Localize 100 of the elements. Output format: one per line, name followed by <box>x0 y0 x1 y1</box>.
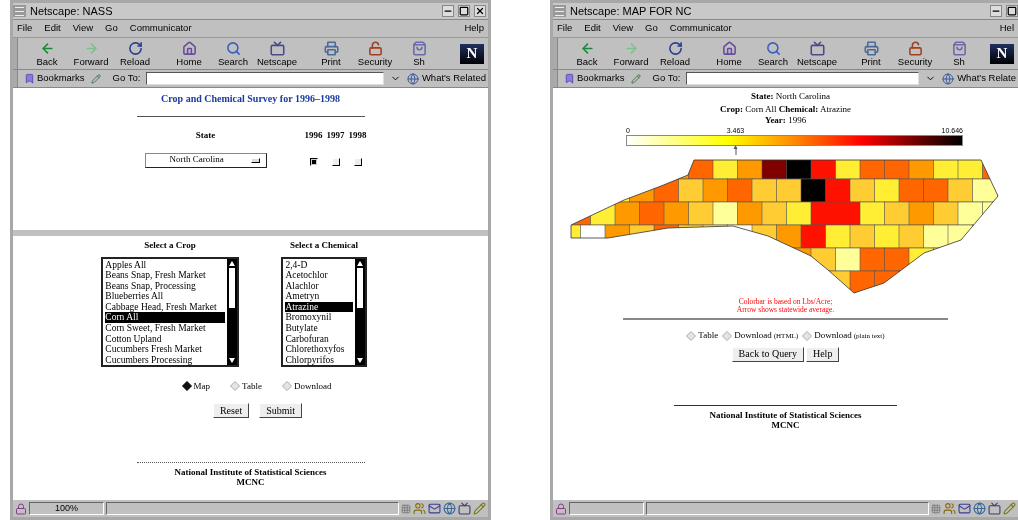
toolbar-button[interactable]: Search <box>752 40 794 67</box>
menu-item[interactable]: Go <box>105 21 118 36</box>
list-option[interactable]: Apples All <box>105 259 225 271</box>
toolbar-grip[interactable] <box>553 70 558 87</box>
list-option[interactable]: Beans Snap, Processing <box>105 280 225 292</box>
list-option[interactable]: Corn Sweet, Fresh Market <box>105 323 225 334</box>
toolbar-button[interactable]: Sh <box>938 40 980 67</box>
toolbar-button[interactable]: Home <box>168 40 210 67</box>
list-option[interactable]: Corn All <box>105 312 225 324</box>
radio-button[interactable] <box>281 381 292 392</box>
toolbar-button[interactable]: Reload <box>114 40 156 67</box>
menu-item[interactable]: Communicator <box>669 21 732 36</box>
radio-button[interactable] <box>802 330 813 341</box>
toolbar-button[interactable]: Back <box>566 40 608 67</box>
form-button[interactable]: Submit <box>259 403 303 418</box>
list-option[interactable]: Chlorpyrifos <box>285 354 353 366</box>
scrollbar-thumb[interactable] <box>356 267 363 308</box>
toolbar-button[interactable]: Netscape <box>256 40 298 67</box>
menu-item[interactable]: Go <box>645 21 658 36</box>
menu-item[interactable]: Edit <box>584 21 601 36</box>
close-icon[interactable] <box>474 5 486 17</box>
toolbar-grip[interactable] <box>13 70 18 87</box>
year-checkbox[interactable] <box>309 157 318 166</box>
people-icon[interactable] <box>413 502 426 515</box>
toolbar-button[interactable]: Reload <box>654 40 696 67</box>
list-option[interactable]: Ametryn <box>285 291 353 302</box>
down-arrow-icon[interactable] <box>356 357 363 363</box>
toolbar-button[interactable]: Security <box>894 40 936 67</box>
list-option[interactable]: Carbofuran <box>285 333 353 345</box>
list-option[interactable]: Cotton Upland <box>105 333 225 345</box>
menu-item[interactable]: File <box>17 21 33 36</box>
list-box[interactable]: Apples All Beans Snap, Fresh Market Beans Snap, Processing Blueberries All Cabbage Head, Fresh Market Corn All Corn Sweet, Fresh Market Cotton Upland Cucumbers Fresh Market Cucumbers Processing <box>101 256 239 367</box>
list-option[interactable]: Bromoxynil <box>285 312 353 324</box>
pencil-icon[interactable] <box>1003 502 1016 515</box>
scrollbar[interactable] <box>354 258 365 365</box>
lock-icon[interactable] <box>15 502 27 515</box>
globe-icon[interactable] <box>443 502 456 515</box>
window-menu-icon[interactable] <box>13 5 26 17</box>
list-option[interactable]: Butylate <box>285 323 353 334</box>
list-option[interactable]: Blueberries All <box>105 291 225 302</box>
whats-related-button[interactable]: What's Related <box>406 71 486 86</box>
list-option[interactable]: Cabbage Head, Fresh Market <box>105 301 225 313</box>
minimize-icon[interactable] <box>990 5 1002 17</box>
scrollbar-thumb[interactable] <box>228 267 235 308</box>
radio-button[interactable] <box>230 381 241 392</box>
maximize-icon[interactable] <box>1006 5 1018 17</box>
form-button[interactable]: Help <box>805 346 840 362</box>
toolbar-button[interactable]: Forward <box>70 40 112 67</box>
toolbar-button[interactable]: Print <box>850 40 892 67</box>
toolbar-button[interactable]: Forward <box>610 40 652 67</box>
radio-button[interactable] <box>181 381 192 392</box>
menu-item[interactable]: View <box>612 21 634 36</box>
list-option[interactable]: Beans Snap, Fresh Market <box>105 270 225 281</box>
list-option[interactable]: Cucumbers Fresh Market <box>105 344 225 355</box>
scrollbar[interactable] <box>226 258 237 365</box>
screen-icon[interactable] <box>988 502 1001 515</box>
mail-icon[interactable] <box>958 502 971 515</box>
list-option[interactable]: 2,4-D <box>285 259 353 271</box>
menu-item[interactable]: Communicator <box>129 21 192 36</box>
form-button[interactable]: Reset <box>212 403 250 418</box>
toolbar-button[interactable]: Netscape <box>796 40 838 67</box>
toolbar-button[interactable]: Sh <box>398 40 440 67</box>
people-icon[interactable] <box>943 502 956 515</box>
lock-icon[interactable] <box>555 502 567 515</box>
list-option[interactable]: Alachlor <box>285 280 353 292</box>
radio-button[interactable] <box>686 330 697 341</box>
form-button[interactable]: Back to Query <box>731 346 804 362</box>
menu-item[interactable]: Help <box>464 21 484 36</box>
toolbar-button[interactable]: Print <box>310 40 352 67</box>
toolbar-button[interactable]: Search <box>212 40 254 67</box>
list-option[interactable]: Acetochlor <box>285 270 353 281</box>
bookmarks-button[interactable]: Bookmarks <box>24 71 85 86</box>
toolbar-grip[interactable] <box>13 38 18 69</box>
menu-item[interactable]: File <box>557 21 573 36</box>
whats-related-button[interactable]: What's Relate <box>942 71 1016 86</box>
radio-button[interactable] <box>722 330 733 341</box>
globe-icon[interactable] <box>973 502 986 515</box>
list-box[interactable]: 2,4-D Acetochlor Alachlor Ametryn Atrazine Bromoxynil Butylate Carbofuran Chlorethoxyfos Chlorpyrifos <box>281 256 367 367</box>
pencil-icon[interactable] <box>473 502 486 515</box>
menu-item[interactable]: Hel <box>999 21 1014 36</box>
menu-item[interactable]: View <box>72 21 94 36</box>
down-arrow-icon[interactable] <box>228 357 235 363</box>
maximize-icon[interactable] <box>458 5 470 17</box>
toolbar-button[interactable]: Security <box>354 40 396 67</box>
toolbar-grip[interactable] <box>553 38 558 69</box>
window-menu-icon[interactable] <box>553 5 566 17</box>
list-option[interactable]: Cucumbers Processing <box>105 354 225 366</box>
location-field[interactable] <box>146 72 384 85</box>
screen-icon[interactable] <box>458 502 471 515</box>
bookmarks-button[interactable]: Bookmarks <box>564 71 625 86</box>
mail-icon[interactable] <box>428 502 441 515</box>
minimize-icon[interactable] <box>442 5 454 17</box>
menu-item[interactable]: Edit <box>44 21 61 36</box>
bookmark-icon <box>564 73 575 84</box>
state-dropdown[interactable]: North Carolina <box>144 152 267 168</box>
list-option[interactable]: Atrazine <box>285 301 353 313</box>
location-field[interactable] <box>686 72 920 85</box>
toolbar-button[interactable]: Home <box>708 40 750 67</box>
toolbar-button[interactable]: Back <box>26 40 68 67</box>
list-option[interactable]: Chlorethoxyfos <box>285 344 353 355</box>
